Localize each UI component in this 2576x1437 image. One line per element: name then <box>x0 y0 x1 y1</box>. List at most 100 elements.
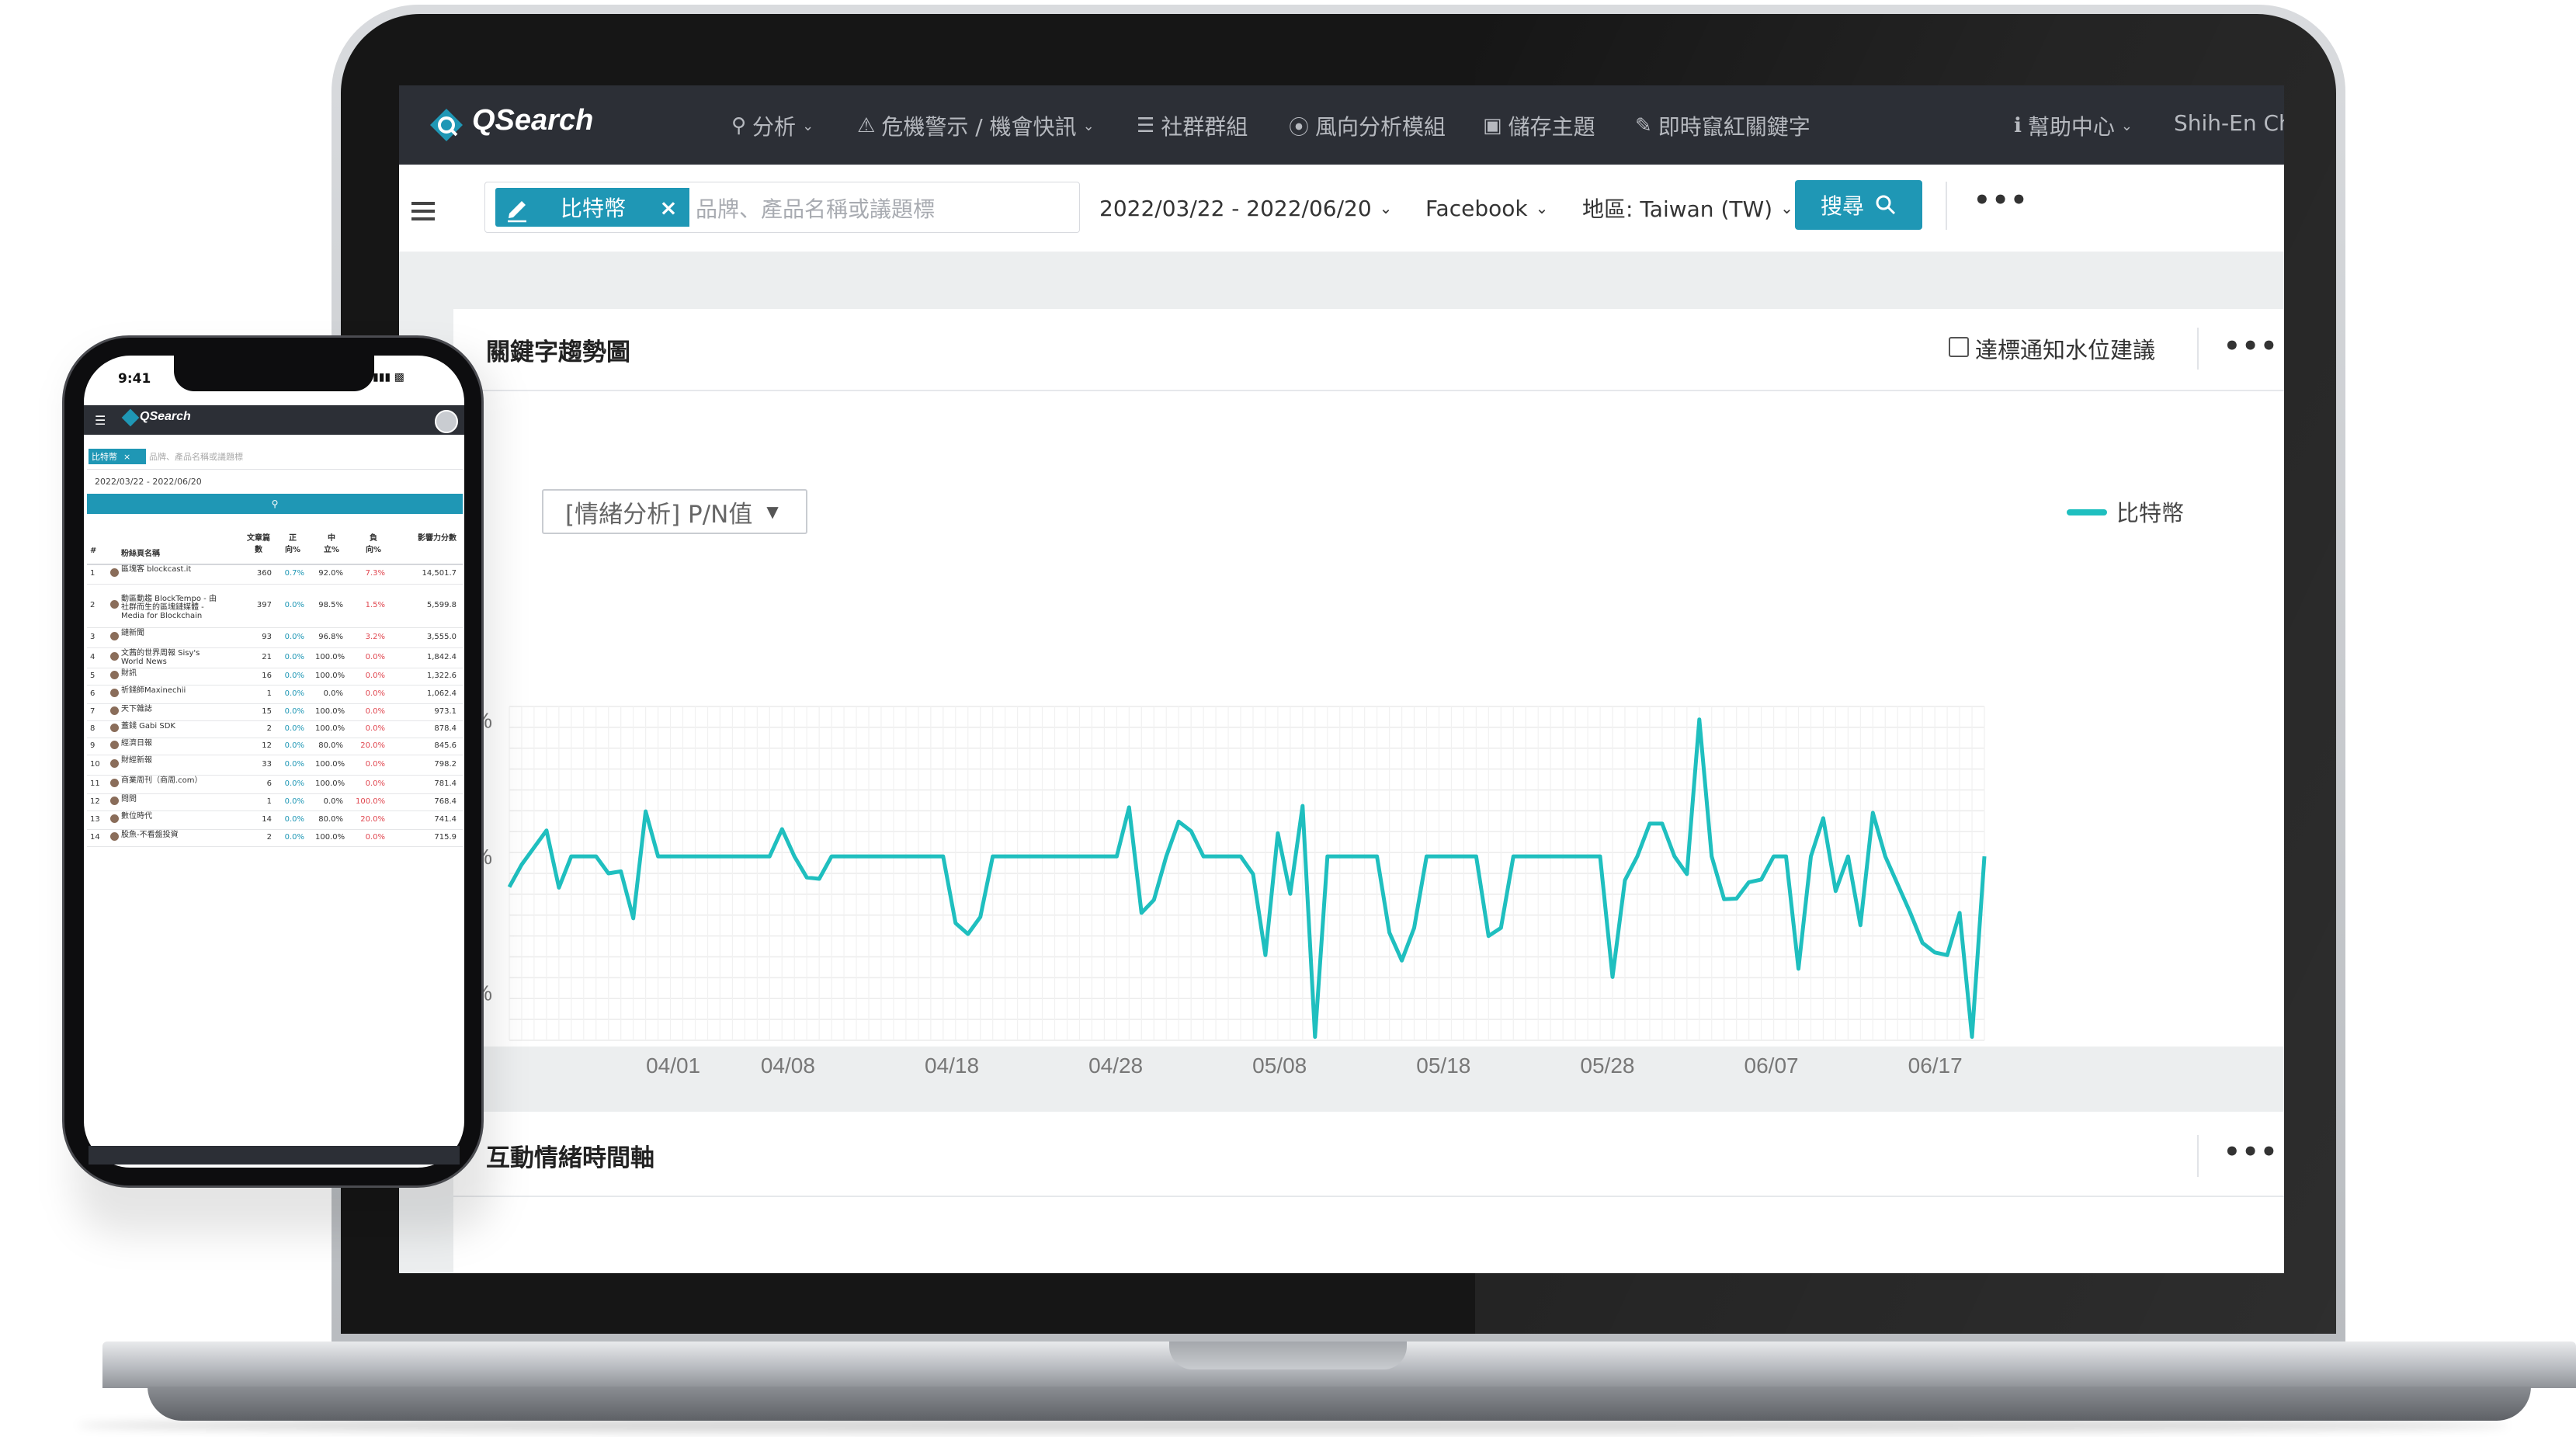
app-logo-text[interactable]: QSearch <box>472 104 593 137</box>
table-row[interactable]: 3 鏈新聞 93 0.0% 96.8% 3.2% 3,555.0 <box>87 627 463 648</box>
avatar <box>110 600 119 609</box>
cell-positive: 0.0% <box>284 707 304 716</box>
header-positive[interactable]: 正向% <box>281 531 304 554</box>
fire-icon: ✎ <box>1635 114 1652 137</box>
region-select[interactable]: 地區: Taiwan (TW) ⌄ <box>1582 191 1793 225</box>
legend-label[interactable]: 比特幣 <box>2116 495 2184 528</box>
header-posts[interactable]: 文章篇數 <box>245 531 272 554</box>
table-row[interactable]: 5 財訊 16 0.0% 100.0% 0.0% 1,322.6 <box>87 668 463 686</box>
chevron-down-icon: ⌄ <box>1780 199 1793 217</box>
cell-neutral: 0.0% <box>323 689 343 698</box>
header-influence[interactable]: 影響力分數 <box>411 531 457 543</box>
threshold-checkbox-label[interactable]: 達標通知水位建議 <box>1975 332 2155 365</box>
cell-influence: 3,555.0 <box>426 633 457 641</box>
remove-keyword-button[interactable]: × <box>647 188 689 227</box>
phone-keyword-input[interactable]: 品牌、產品名稱或議題標 <box>149 449 243 464</box>
table-row[interactable]: 4 文茜的世界周報 Sisy's World News 21 0.0% 100.0% 0.… <box>87 647 463 668</box>
x-tick-label: 04/01 <box>646 1053 700 1078</box>
toolbar-more-button[interactable]: ••• <box>1974 185 2029 216</box>
nav-trend-module[interactable]: ⦿ 風向分析模組 <box>1289 110 1446 141</box>
search-icon <box>1876 195 1896 215</box>
header-negative[interactable]: 負向% <box>362 531 385 554</box>
search-button[interactable]: 搜尋 <box>1795 180 1922 230</box>
phone-search-button[interactable]: ⚲ <box>87 494 463 514</box>
cell-rank: 10 <box>90 760 100 769</box>
cell-name[interactable]: 動區動趨 BlockTempo - 由社群而生的區塊鏈媒體 - Media fo… <box>121 595 222 620</box>
cell-name[interactable]: 鏈新聞 <box>121 629 222 637</box>
cell-posts: 6 <box>266 779 272 788</box>
cell-positive: 0.0% <box>284 724 304 733</box>
date-range-select[interactable]: 2022/03/22 - 2022/06/20 ⌄ <box>1099 191 1392 225</box>
close-icon[interactable]: × <box>123 452 130 462</box>
nav-analysis[interactable]: ⚲ 分析 ⌄ <box>731 110 814 141</box>
timeline-card-more-button[interactable]: ••• <box>2224 1137 2279 1168</box>
header-name[interactable]: 粉絲頁名稱 <box>121 547 160 558</box>
nav-saved-topics[interactable]: ▣ 儲存主題 <box>1483 110 1595 141</box>
cell-name[interactable]: 區塊客 blockcast.it <box>121 565 222 574</box>
table-row[interactable]: 11 商業周刊（商周.com） 6 0.0% 100.0% 0.0% 781.4 <box>87 775 463 794</box>
table-row[interactable]: 6 祈錢師Maxinechii 1 0.0% 0.0% 0.0% 1,062.4 <box>87 685 463 704</box>
cell-name[interactable]: 蓋錢 Gabi SDK <box>121 722 222 731</box>
cell-positive: 0.0% <box>284 633 304 641</box>
cell-name[interactable]: 股魚-不看盤投資 <box>121 831 222 839</box>
cell-name[interactable]: 天下雜誌 <box>121 705 222 713</box>
phone-keyword-tag[interactable]: 比特幣 × <box>89 449 146 464</box>
phone-date-range[interactable]: 2022/03/22 - 2022/06/20 <box>95 477 202 487</box>
cell-positive: 0.0% <box>284 601 304 609</box>
source-select[interactable]: Facebook ⌄ <box>1425 191 1548 225</box>
cell-positive: 0.0% <box>284 797 304 806</box>
cell-name[interactable]: 文茜的世界周報 Sisy's World News <box>121 649 222 666</box>
chevron-down-icon: ⌄ <box>1535 199 1549 217</box>
phone-menu-icon[interactable]: ☰ <box>95 413 106 428</box>
nav-alerts[interactable]: ⚠ 危機警示 / 機會快訊 ⌄ <box>857 110 1095 141</box>
cell-name[interactable]: 財訊 <box>121 669 222 678</box>
table-row[interactable]: 14 股魚-不看盤投資 2 0.0% 100.0% 0.0% 715.9 <box>87 829 463 847</box>
table-row[interactable]: 12 問問 1 0.0% 0.0% 100.0% 768.4 <box>87 793 463 811</box>
timeline-card <box>453 1112 2284 1273</box>
keyword-search-input[interactable]: 品牌、產品名稱或議題標 <box>696 191 1076 225</box>
cell-name[interactable]: 數位時代 <box>121 812 222 821</box>
cell-name[interactable]: 經濟日報 <box>121 739 222 748</box>
avatar[interactable] <box>435 410 458 433</box>
cell-rank: 5 <box>90 672 95 680</box>
cell-rank: 4 <box>90 653 95 661</box>
x-tick-label: 05/18 <box>1416 1053 1470 1078</box>
metric-select[interactable]: [情緒分析] P/N值 ▼ <box>542 489 807 534</box>
header-neutral[interactable]: 中立% <box>320 531 343 554</box>
cell-name[interactable]: 財經新報 <box>121 756 222 765</box>
threshold-checkbox[interactable] <box>1949 337 1969 357</box>
table-row[interactable]: 10 財經新報 33 0.0% 100.0% 0.0% 798.2 <box>87 755 463 776</box>
table-row[interactable]: 9 經濟日報 12 0.0% 80.0% 20.0% 845.6 <box>87 738 463 755</box>
table-row[interactable]: 13 數位時代 14 0.0% 80.0% 20.0% 741.4 <box>87 810 463 830</box>
avatar <box>110 832 119 841</box>
cell-name[interactable]: 商業周刊（商周.com） <box>121 776 222 785</box>
cell-influence: 973.1 <box>434 707 457 716</box>
edit-keyword-button[interactable] <box>495 188 539 227</box>
cell-name[interactable]: 祈錢師Maxinechii <box>121 686 222 695</box>
cell-negative: 20.0% <box>360 741 385 750</box>
cell-name[interactable]: 問問 <box>121 795 222 804</box>
table-row[interactable]: 1 區塊客 blockcast.it 360 0.7% 92.0% 7.3% 14,501.… <box>87 564 463 585</box>
phone-logo[interactable]: QSearch <box>140 410 191 424</box>
cell-rank: 7 <box>90 707 95 716</box>
nav-user[interactable]: Shih-En Ch <box>2174 110 2284 136</box>
trend-card-more-button[interactable]: ••• <box>2224 331 2279 362</box>
cell-influence: 768.4 <box>434 797 457 806</box>
cell-negative: 100.0% <box>356 797 386 806</box>
cell-neutral: 100.0% <box>315 833 345 842</box>
table-row[interactable]: 8 蓋錢 Gabi SDK 2 0.0% 100.0% 0.0% 878.4 <box>87 720 463 738</box>
nav-hot-keywords[interactable]: ✎ 即時竄紅關鍵字 <box>1635 110 1810 141</box>
table-row[interactable]: 2 動區動趨 BlockTempo - 由社群而生的區塊鏈媒體 - Media f… <box>87 584 463 628</box>
cell-rank: 6 <box>90 689 95 698</box>
cell-rank: 9 <box>90 741 95 750</box>
avatar <box>110 814 119 823</box>
avatar <box>110 779 119 787</box>
phone-table-header: # 粉絲頁名稱 文章篇數 正向% 中立% 負向% 影響力分數 <box>87 520 463 565</box>
nav-help[interactable]: ℹ 幫助中心 ⌄ <box>2014 110 2133 141</box>
cell-influence: 715.9 <box>434 833 457 842</box>
series-line-bitcoin[interactable] <box>507 717 1987 1040</box>
cell-positive: 0.0% <box>284 653 304 661</box>
nav-groups[interactable]: ☰ 社群群組 <box>1137 110 1248 141</box>
table-row[interactable]: 7 天下雜誌 15 0.0% 100.0% 0.0% 973.1 <box>87 703 463 721</box>
menu-toggle-icon[interactable] <box>411 202 435 222</box>
